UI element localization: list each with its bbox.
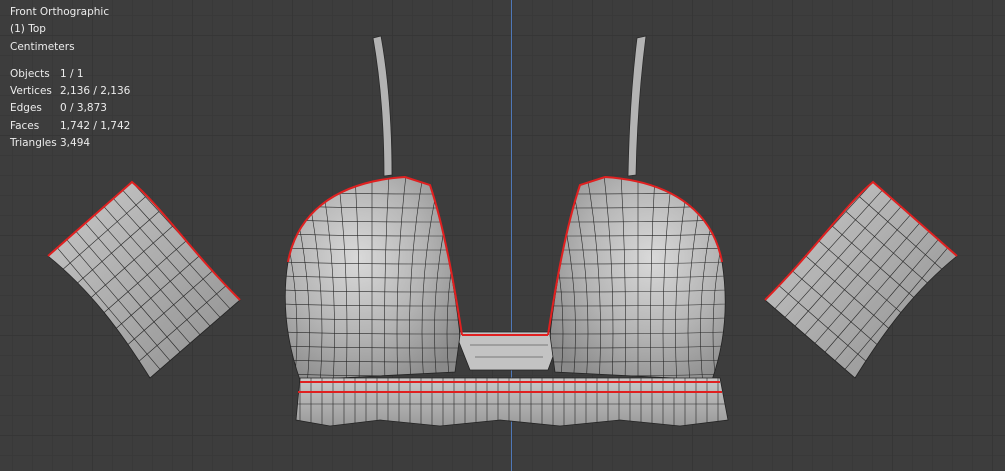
statistics-panel: Objects 1 / 1 Vertices 2,136 / 2,136 Edg…	[10, 66, 130, 152]
stat-label: Objects	[10, 67, 50, 80]
stat-edges: Edges 0 / 3,873	[10, 100, 130, 117]
view-name: Front Orthographic	[10, 6, 110, 18]
stat-label: Faces	[10, 119, 40, 132]
stat-objects: Objects 1 / 1	[10, 66, 130, 83]
left-strap	[372, 35, 393, 177]
stat-value: 2,136 / 2,136	[60, 85, 131, 98]
stat-value: 0 / 3,873	[60, 102, 107, 115]
stat-value: 3,494	[60, 137, 91, 150]
stat-label: Edges	[10, 102, 42, 115]
stat-faces: Faces 1,742 / 1,742	[10, 118, 130, 135]
stat-label: Vertices	[10, 85, 52, 98]
center-gore	[454, 331, 563, 371]
viewport-info-overlay: Front Orthographic (1) Top Centimeters O…	[10, 4, 130, 152]
stat-value: 1 / 1	[60, 67, 84, 80]
3d-viewport[interactable]: Front Orthographic (1) Top Centimeters O…	[0, 0, 1005, 471]
stat-vertices: Vertices 2,136 / 2,136	[10, 83, 130, 100]
right-strap	[627, 35, 647, 177]
stat-value: 1,742 / 1,742	[60, 119, 131, 132]
right-sleeve	[764, 181, 958, 379]
left-sleeve	[47, 181, 241, 379]
active-object: (1) Top	[10, 23, 46, 36]
stat-label: Triangles	[10, 137, 57, 150]
mesh-scene[interactable]	[0, 0, 1005, 471]
unit-system: Centimeters	[10, 40, 75, 53]
stat-triangles: Triangles 3,494	[10, 135, 130, 152]
